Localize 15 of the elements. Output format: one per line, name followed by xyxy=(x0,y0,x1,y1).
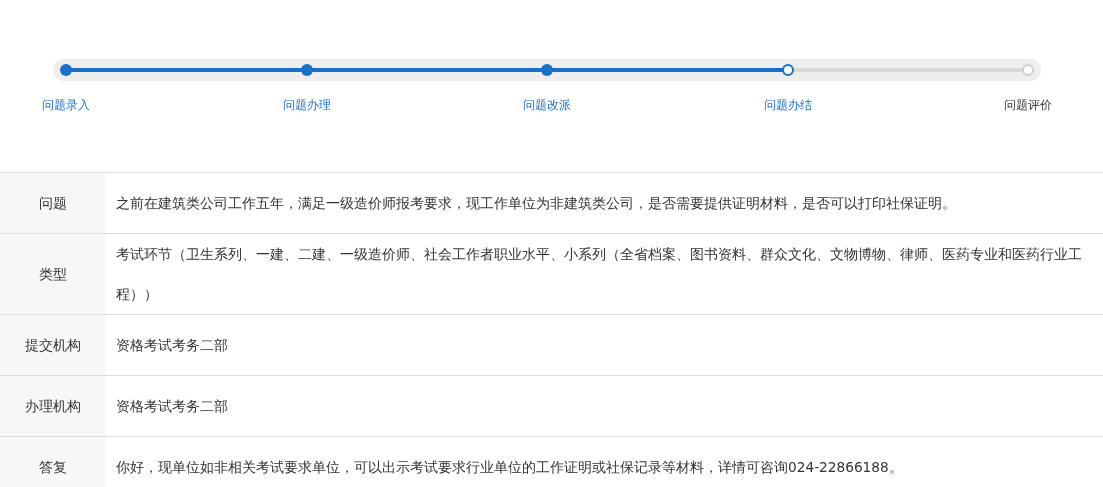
row-value: 之前在建筑类公司工作五年，满足一级造价师报考要求，现工作单位为非建筑类公司，是否需要提供证明材料，是否可以打印社保证明。 xyxy=(115,194,957,213)
step-label: 问题录入 xyxy=(42,97,90,114)
row-label: 办理机构 xyxy=(0,376,105,436)
row-label: 答复 xyxy=(0,437,105,487)
row-label: 问题 xyxy=(0,173,105,233)
row-label: 提交机构 xyxy=(0,315,105,375)
step-label: 问题评价 xyxy=(1004,97,1052,114)
row-label: 类型 xyxy=(0,234,105,314)
step-label: 问题办理 xyxy=(282,97,331,114)
step-label: 问题改派 xyxy=(523,97,571,114)
row-value: 资格考试考务二部 xyxy=(115,397,229,416)
row-value: 考试环节（卫生系列、一建、二建、一级造价师、社会工作者职业水平、小系列（全省档案、图书资料、群众文化、文物博物、律师、医药专业和医药行业工程）） xyxy=(115,245,1083,304)
row-value: 资格考试考务二部 xyxy=(115,336,229,355)
row-value: 你好，现单位如非相关考试要求单位，可以出示考试要求行业单位的工作证明或社保记录等材料，详情可咨询024-22866188。 xyxy=(115,458,904,477)
step-label: 问题办结 xyxy=(763,97,812,114)
